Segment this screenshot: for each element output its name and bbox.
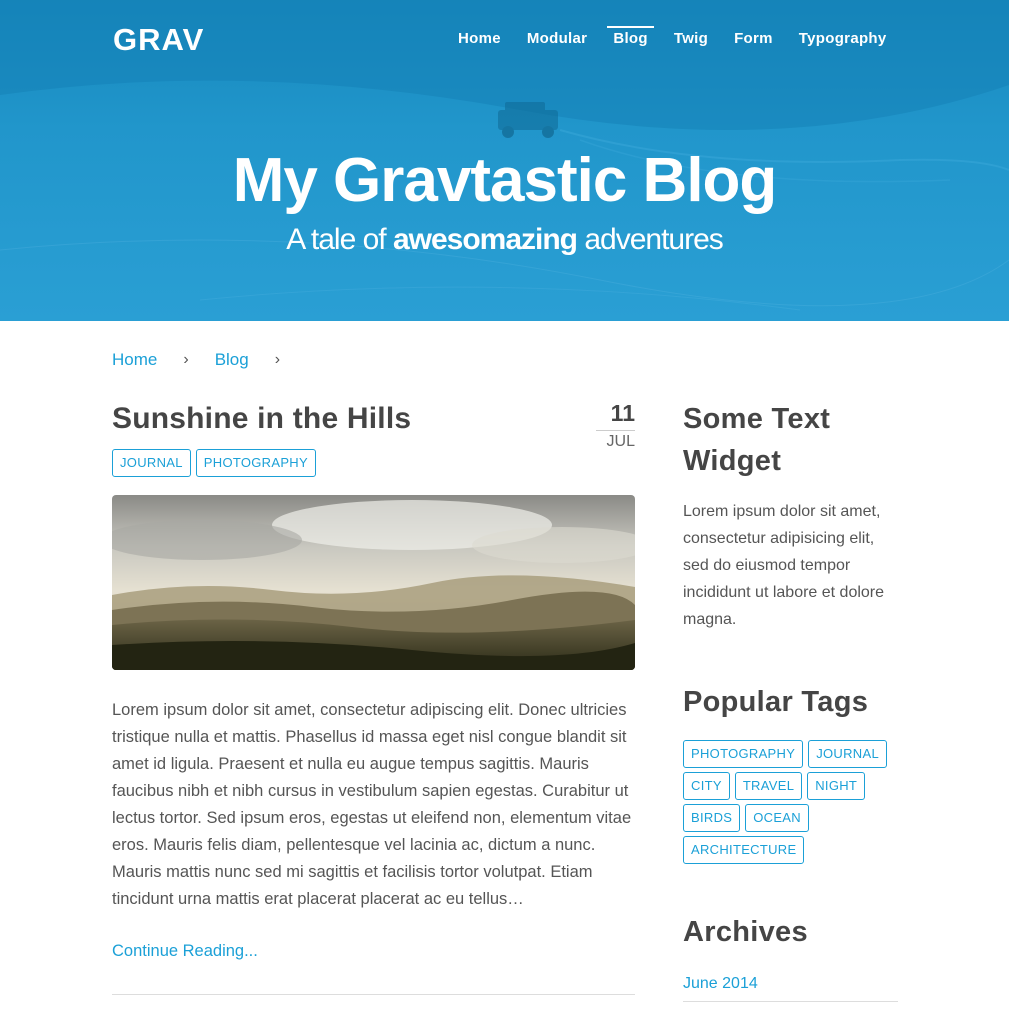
tag-city[interactable]: CITY (683, 772, 730, 800)
post-excerpt: Lorem ipsum dolor sit amet, consectetur … (112, 701, 632, 908)
tag-travel[interactable]: TRAVEL (734, 772, 803, 800)
nav-item-home[interactable]: Home (458, 30, 501, 51)
nav-item-form[interactable]: Form (734, 30, 773, 51)
tag-ocean[interactable]: OCEAN (745, 804, 809, 832)
hills-landscape-image (112, 495, 635, 670)
tag-journal[interactable]: JOURNAL (808, 740, 887, 768)
breadcrumb-blog[interactable]: Blog (215, 350, 249, 370)
archive-divider (683, 1001, 898, 1002)
post-divider (112, 994, 635, 995)
breadcrumb-home[interactable]: Home (112, 350, 157, 370)
popular-tags-list: PHOTOGRAPHY JOURNAL CITY TRAVEL NIGHT BI… (683, 740, 903, 868)
post-tags: JOURNAL PHOTOGRAPHY (112, 449, 321, 477)
tag-photography[interactable]: PHOTOGRAPHY (683, 740, 804, 768)
tag-birds[interactable]: BIRDS (683, 804, 741, 832)
post-title[interactable]: Sunshine in the Hills (112, 402, 411, 436)
hero-subtitle-post: adventures (577, 223, 723, 256)
site-logo[interactable]: GRAV (113, 22, 204, 58)
post-date: 11 JUL (596, 400, 635, 451)
hero-title: My Gravtastic Blog (232, 146, 778, 215)
tag-architecture[interactable]: ARCHITECTURE (683, 836, 805, 864)
site-header: GRAV Home Modular Blog Twig Form Typogra… (0, 0, 1009, 80)
post-hero-image (112, 495, 635, 670)
nav-item-modular[interactable]: Modular (527, 30, 587, 51)
hero-subtitle-pre: A tale of (286, 223, 393, 256)
post-date-day: 11 (610, 400, 635, 426)
archive-link-june-2014[interactable]: June 2014 (683, 975, 758, 993)
hero-subtitle-bold: awesomazing (392, 223, 578, 256)
hero-banner: GRAV Home Modular Blog Twig Form Typogra… (0, 0, 1009, 321)
continue-reading-link[interactable]: Continue Reading... (112, 942, 258, 961)
chevron-right-icon: › (183, 351, 189, 368)
nav-item-typography[interactable]: Typography (799, 30, 887, 51)
post-date-month: JUL (606, 433, 635, 450)
hero-subtitle: A tale of awesomazing adventures (0, 223, 1009, 257)
tag-photography[interactable]: PHOTOGRAPHY (195, 449, 316, 477)
text-widget-title: Some Text Widget (683, 403, 831, 477)
main-nav: Home Modular Blog Twig Form Typography (458, 26, 913, 51)
archives-title: Archives (683, 916, 808, 948)
chevron-right-icon: › (274, 351, 281, 368)
text-widget-body: Lorem ipsum dolor sit amet, consectetur … (683, 503, 885, 628)
tag-journal[interactable]: JOURNAL (112, 449, 191, 477)
tag-night[interactable]: NIGHT (807, 772, 866, 800)
breadcrumb: Home › Blog › (112, 350, 306, 370)
popular-tags-title: Popular Tags (683, 686, 869, 718)
nav-item-blog[interactable]: Blog (607, 26, 654, 51)
nav-item-twig[interactable]: Twig (674, 30, 708, 51)
date-divider (596, 430, 635, 431)
